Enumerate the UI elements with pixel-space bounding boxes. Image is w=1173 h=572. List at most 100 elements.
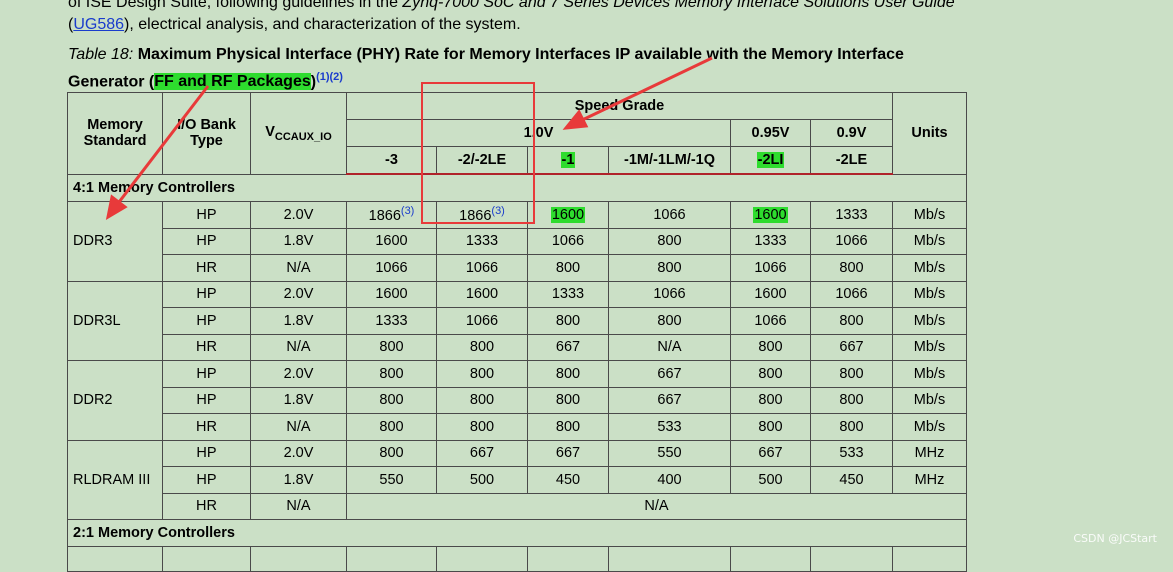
rate-cell: 667 (436, 439, 528, 467)
vccaux-cell: 1.8V (250, 227, 347, 255)
bank-type-cell: HP (162, 466, 251, 494)
footnote-links[interactable]: (1)(2) (316, 71, 343, 83)
vccaux-cell: N/A (250, 254, 347, 282)
rate-cell: 450 (527, 466, 609, 494)
rate-cell: 800 (810, 413, 893, 441)
rate-cell: 1866(3) (436, 201, 528, 229)
bank-type-cell: HR (162, 492, 251, 520)
rate-cell: 1066 (730, 307, 811, 335)
rate-cell: 1333 (730, 227, 811, 255)
bank-type-cell: HR (162, 333, 251, 361)
vccaux-cell: 1.8V (250, 386, 347, 414)
bank-type-cell: HP (162, 360, 251, 388)
rate-cell: 500 (436, 466, 528, 494)
rate-cell: 1600 (436, 280, 528, 308)
rate-cell: 1600 (527, 201, 609, 229)
bank-type-cell: HP (162, 280, 251, 308)
vccaux-cell: 1.8V (250, 466, 347, 494)
rate-cell: 800 (730, 360, 811, 388)
rate-cell: 1866(3) (346, 201, 437, 229)
vccaux-cell: 2.0V (250, 280, 347, 308)
rate-cell: 1600 (346, 280, 437, 308)
rate-cell: 800 (730, 413, 811, 441)
memory-standard-cell: DDR3 (67, 201, 163, 282)
table-row: DDR3 HP 2.0V 1866(3) 1866(3) 1600 1066 1600 1333… (67, 201, 967, 282)
table-row: HR N/A N/A (68, 492, 967, 520)
table-number: Table 18: (68, 46, 134, 63)
rate-cell: 800 (346, 413, 437, 441)
vccaux-cell: N/A (250, 413, 347, 441)
rate-cell: 800 (527, 307, 609, 335)
rate-cell: 1600 (730, 201, 811, 229)
rate-cell: 1600 (346, 227, 437, 255)
ug586-link[interactable]: UG586 (73, 16, 124, 33)
rate-cell: 800 (527, 413, 609, 441)
memory-standard-cell: RLDRAM III (67, 439, 163, 520)
rate-cell: 800 (608, 307, 731, 335)
bank-type-cell: HP (162, 201, 251, 229)
section-2to1: 2:1 Memory Controllers (67, 519, 967, 547)
rate-cell: 800 (346, 333, 437, 361)
rate-cell: 800 (527, 360, 609, 388)
rate-cell: 800 (608, 227, 731, 255)
watermark: CSDN @JCStart (1073, 532, 1157, 545)
rate-cell: 1066 (608, 280, 731, 308)
bank-type-cell: HP (162, 439, 251, 467)
table-row: DDR3L HP 2.0V 1600 1600 1333 1066 1600 1066 Mb/s (67, 280, 967, 361)
rate-cell: 800 (810, 360, 893, 388)
rate-cell: 533 (608, 413, 731, 441)
rate-cell: 800 (346, 360, 437, 388)
rate-cell: 550 (346, 466, 437, 494)
footnote-3-link[interactable]: (3) (401, 205, 414, 217)
rate-cell: 1066 (730, 254, 811, 282)
units-cell: Mb/s (892, 307, 967, 335)
intro-paragraph: of ISE Design Suite, following guideline… (68, 0, 1068, 36)
rate-cell: 800 (730, 333, 811, 361)
header-voltage-09v: 0.9V (810, 119, 893, 147)
rate-cell: 667 (608, 386, 731, 414)
header-grade-1m: -1M/-1LM/-1Q (608, 146, 731, 175)
rate-cell: 550 (608, 439, 731, 467)
rate-cell: 800 (436, 386, 528, 414)
footnote-3-link[interactable]: (3) (491, 205, 504, 217)
units-cell: Mb/s (892, 333, 967, 361)
vccaux-cell: N/A (250, 492, 347, 520)
bank-type-cell: HP (162, 307, 251, 335)
header-grade-1: -1 (527, 146, 609, 175)
memory-standard-cell: DDR2 (67, 360, 163, 441)
rate-cell: 800 (346, 439, 437, 467)
table-row: HR N/A 800 800 667 N/A 800 667 Mb/s (68, 333, 967, 361)
rate-cell: 800 (527, 254, 609, 282)
units-cell: MHz (892, 439, 967, 467)
rate-cell: 500 (730, 466, 811, 494)
table-row: HP 1.8V 550 500 450 400 500 450 MHz (68, 466, 967, 494)
rate-cell: 667 (527, 439, 609, 467)
rate-cell: 1066 (346, 254, 437, 282)
header-grade-2-2le: -2/-2LE (436, 146, 528, 175)
rate-cell: 1600 (730, 280, 811, 308)
rate-cell: 800 (730, 386, 811, 414)
rate-cell: 800 (810, 386, 893, 414)
vccaux-cell: 2.0V (250, 201, 347, 229)
vccaux-cell: 2.0V (250, 360, 347, 388)
intro-text-end: ), electrical analysis, and characteriza… (124, 16, 521, 33)
table-row-partial (67, 546, 967, 572)
header-memory-standard: Memory Standard (67, 92, 163, 175)
vccaux-cell: 2.0V (250, 439, 347, 467)
phy-rate-table: Memory Standard I/O Bank Type VCCAUX_IO … (67, 92, 967, 572)
header-units: Units (892, 92, 967, 175)
bank-type-cell: HP (162, 386, 251, 414)
merged-value-cell: N/A (346, 492, 967, 520)
rate-cell: 800 (527, 386, 609, 414)
bank-type-cell: HR (162, 413, 251, 441)
bank-type-cell: HR (162, 254, 251, 282)
rate-cell: 800 (810, 254, 893, 282)
rate-cell: 1066 (810, 227, 893, 255)
rate-cell: 800 (608, 254, 731, 282)
memory-standard-cell: DDR3L (67, 280, 163, 361)
bank-type-cell: HP (162, 227, 251, 255)
rate-cell: 1333 (436, 227, 528, 255)
rate-cell: 1066 (608, 201, 731, 229)
rate-cell: 1066 (527, 227, 609, 255)
intro-guide-title: Zynq-7000 SoC and 7 Series Devices Memor… (402, 0, 955, 11)
